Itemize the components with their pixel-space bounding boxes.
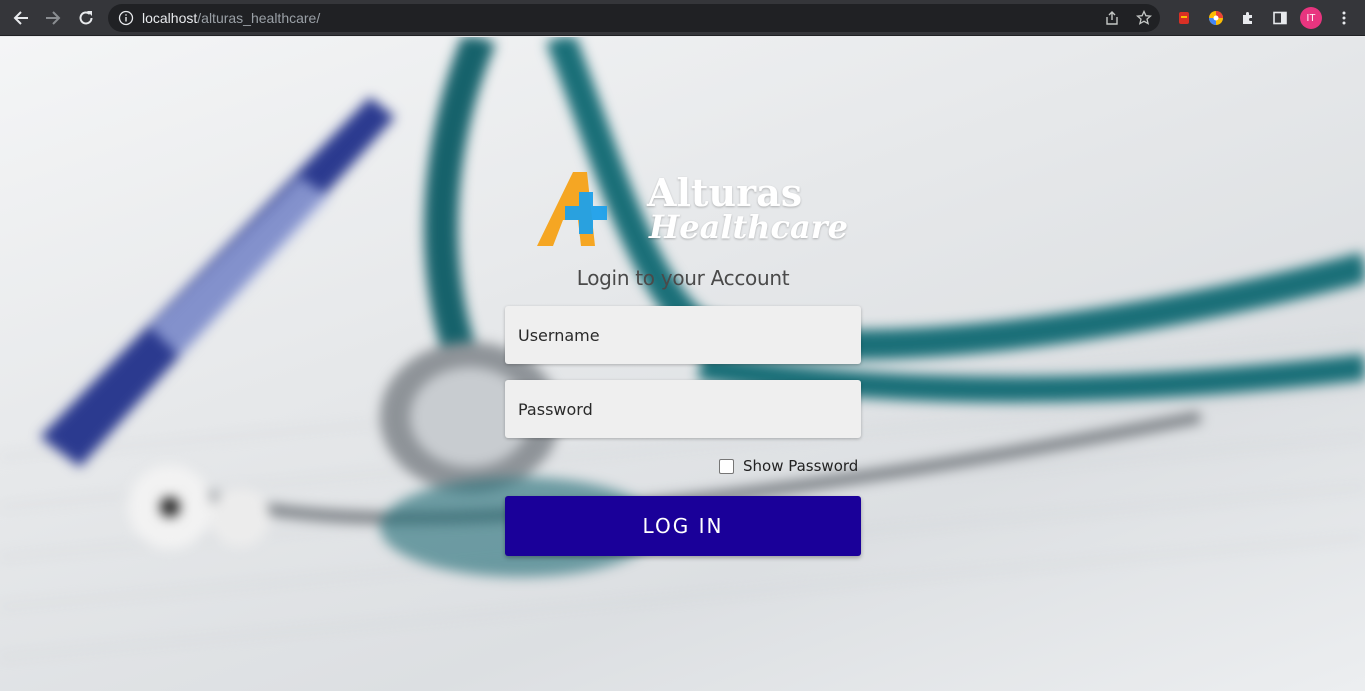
alturas-logo: Alturas Healthcare: [535, 168, 848, 252]
browser-toolbar: localhost/alturas_healthcare/ IT: [0, 0, 1365, 36]
extension-red-icon[interactable]: [1174, 8, 1194, 28]
login-button[interactable]: LOG IN: [505, 496, 861, 556]
side-panel-icon[interactable]: [1270, 8, 1290, 28]
profile-avatar[interactable]: IT: [1300, 7, 1322, 29]
share-icon[interactable]: [1103, 9, 1121, 27]
login-title: Login to your Account: [576, 266, 790, 290]
menu-kebab-icon[interactable]: [1334, 8, 1354, 28]
forward-icon[interactable]: [41, 6, 65, 30]
password-input[interactable]: [505, 380, 861, 438]
extensions-puzzle-icon[interactable]: [1238, 8, 1258, 28]
bookmark-star-icon[interactable]: [1135, 9, 1153, 27]
username-input[interactable]: [505, 306, 861, 364]
back-icon[interactable]: [9, 6, 33, 30]
address-bar[interactable]: localhost/alturas_healthcare/: [108, 4, 1160, 32]
brand-name-line2: Healthcare: [649, 208, 848, 246]
show-password-label: Show Password: [743, 457, 859, 475]
login-page: Alturas Healthcare Login to your Account…: [0, 37, 1365, 691]
site-info-icon[interactable]: [118, 10, 134, 26]
url-text: localhost/alturas_healthcare/: [142, 10, 321, 26]
show-password-checkbox[interactable]: [719, 458, 734, 474]
reload-icon[interactable]: [74, 6, 98, 30]
show-password-toggle[interactable]: Show Password: [719, 456, 858, 476]
extension-color-icon[interactable]: [1206, 8, 1226, 28]
background-photo: [0, 37, 1365, 658]
